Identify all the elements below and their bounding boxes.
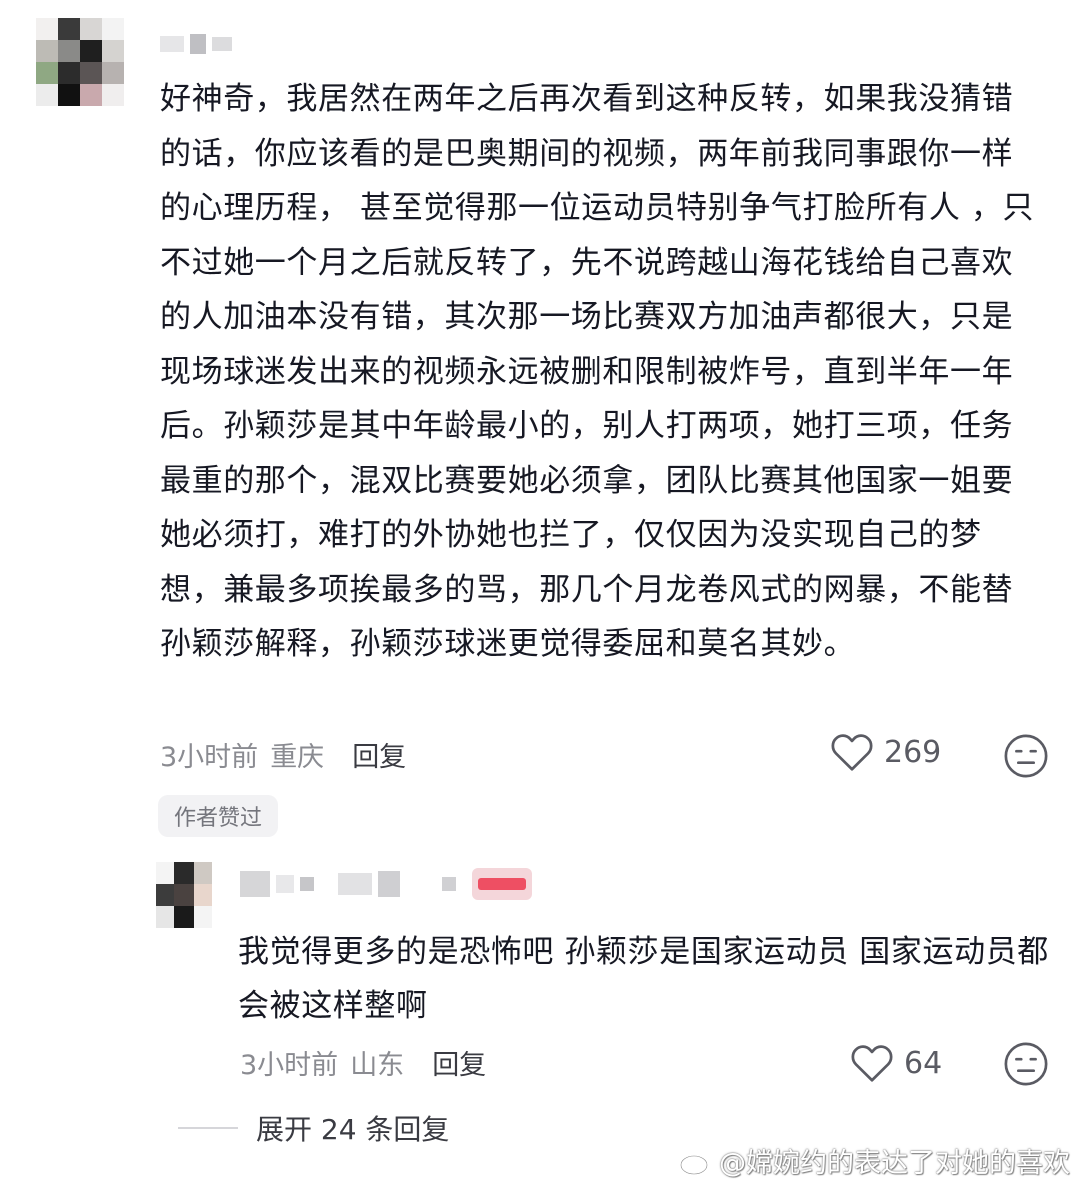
username-blur-block (338, 873, 372, 895)
reply-reply-button[interactable]: 回复 (432, 1043, 486, 1082)
reply-like-button[interactable]: 64 (850, 1043, 942, 1083)
comment-meta: 3小时前 重庆 回复 (160, 735, 406, 774)
comment-dislike-button[interactable] (1003, 733, 1049, 783)
expand-replies-label: 展开 24 条回复 (256, 1113, 450, 1146)
username-blur-block (276, 875, 294, 893)
comment-avatar[interactable] (36, 18, 124, 106)
badge-blur-fill (478, 878, 526, 890)
meh-face-icon (1004, 1042, 1048, 1086)
reply-dislike-button[interactable] (1003, 1041, 1049, 1091)
expand-replies-button[interactable]: 展开 24 条回复 (178, 1108, 449, 1148)
comment-like-button[interactable]: 269 (830, 732, 941, 772)
meh-face-icon (1004, 734, 1048, 778)
comment-reply-button[interactable]: 回复 (352, 735, 406, 774)
reply-like-count: 64 (904, 1045, 943, 1081)
username-blur-block (212, 37, 232, 51)
weibo-icon (679, 1148, 714, 1175)
comment-text: 好神奇，我居然在两年之后再次看到这种反转，如果我没猜错的话，你应该看的是巴奥期间… (160, 81, 1035, 662)
author-liked-badge: 作者赞过 (158, 795, 279, 837)
heart-outline-icon (831, 734, 873, 771)
weibo-watermark: @嫦婉约的表达了对她的喜欢 (679, 1141, 1070, 1180)
username-blur-block (190, 34, 206, 54)
username-blur-block (160, 36, 184, 52)
heart-outline-icon (851, 1045, 893, 1082)
username-blur-block (378, 871, 400, 897)
reply-avatar[interactable] (156, 862, 212, 928)
watermark-text: @嫦婉约的表达了对她的喜欢 (719, 1148, 1070, 1179)
reply-meta: 3小时前 山东 回复 (240, 1043, 486, 1082)
comment-time: 3小时前 (160, 742, 259, 773)
comment-like-count: 269 (884, 734, 942, 770)
reply-text: 我觉得更多的是恐怖吧 孙颖莎是国家运动员 国家运动员都会被这样整啊 (238, 934, 1049, 1024)
username-blur-block (442, 877, 456, 891)
comment-username[interactable] (160, 34, 232, 54)
reply-time: 3小时前 (240, 1050, 339, 1081)
reply-username[interactable] (240, 868, 532, 900)
reply-location: 山东 (350, 1050, 405, 1081)
expand-divider (178, 1127, 238, 1129)
comment-location: 重庆 (270, 742, 325, 773)
username-blur-block (240, 871, 270, 897)
username-blur-block (472, 868, 532, 900)
username-blur-block (300, 877, 314, 891)
